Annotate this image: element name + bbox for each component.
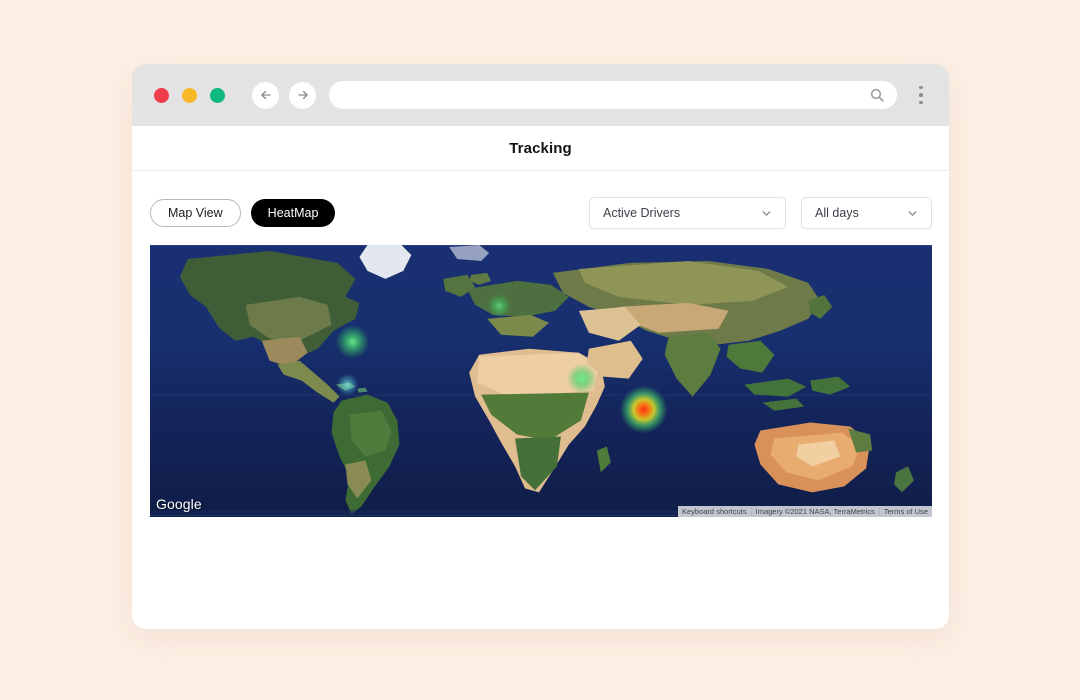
tab-map-view[interactable]: Map View [150, 199, 241, 227]
heatmap-layer [335, 293, 668, 434]
kebab-menu-icon[interactable] [911, 85, 931, 105]
forward-button[interactable] [289, 81, 316, 109]
window-controls [154, 87, 225, 103]
arrow-right-icon [297, 90, 308, 100]
imagery-credit: Imagery ©2021 NASA, TerraMetrics [755, 507, 875, 516]
arrow-left-icon [260, 90, 271, 100]
hotspot-europe [487, 293, 512, 318]
address-bar[interactable] [329, 81, 897, 109]
hotspot-south-india [619, 385, 668, 434]
heatmap-map[interactable]: Google Keyboard shortcuts Imagery ©2021 … [150, 245, 932, 517]
kebab-dot [919, 100, 923, 105]
google-watermark: Google [156, 496, 202, 512]
navigation-buttons [252, 81, 316, 109]
minimize-button[interactable] [182, 87, 197, 103]
chevron-down-icon [762, 210, 771, 216]
browser-toolbar [132, 64, 949, 126]
maximize-button[interactable] [210, 87, 225, 103]
days-filter-select[interactable]: All days [801, 197, 932, 229]
page-header: Tracking [132, 126, 949, 171]
driver-filter-select[interactable]: Active Drivers [589, 197, 786, 229]
tracking-toolbar: Map View HeatMap Active Drivers All days [132, 171, 949, 229]
keyboard-shortcuts-link[interactable]: Keyboard shortcuts [678, 507, 751, 516]
days-filter-value: All days [815, 206, 859, 220]
map-attribution: Keyboard shortcuts Imagery ©2021 NASA, T… [678, 506, 932, 517]
terms-of-use-link[interactable]: Terms of Use [880, 507, 932, 516]
view-mode-toggle: Map View HeatMap [150, 199, 336, 227]
search-icon[interactable] [869, 87, 885, 103]
kebab-dot [919, 93, 923, 97]
browser-window: Tracking Map View HeatMap Active Drivers… [132, 64, 949, 629]
url-input[interactable] [345, 88, 869, 102]
chevron-down-icon [908, 210, 917, 216]
hotspot-arabia [566, 363, 597, 394]
driver-filter-value: Active Drivers [603, 206, 681, 220]
page-title: Tracking [509, 139, 572, 157]
hotspot-us-east-coast [335, 324, 370, 359]
hotspot-caribbean [336, 373, 359, 396]
kebab-dot [919, 85, 923, 90]
back-button[interactable] [252, 81, 279, 109]
filter-group: Active Drivers All days [589, 197, 932, 229]
close-button[interactable] [154, 87, 169, 103]
tab-heatmap[interactable]: HeatMap [250, 199, 336, 227]
